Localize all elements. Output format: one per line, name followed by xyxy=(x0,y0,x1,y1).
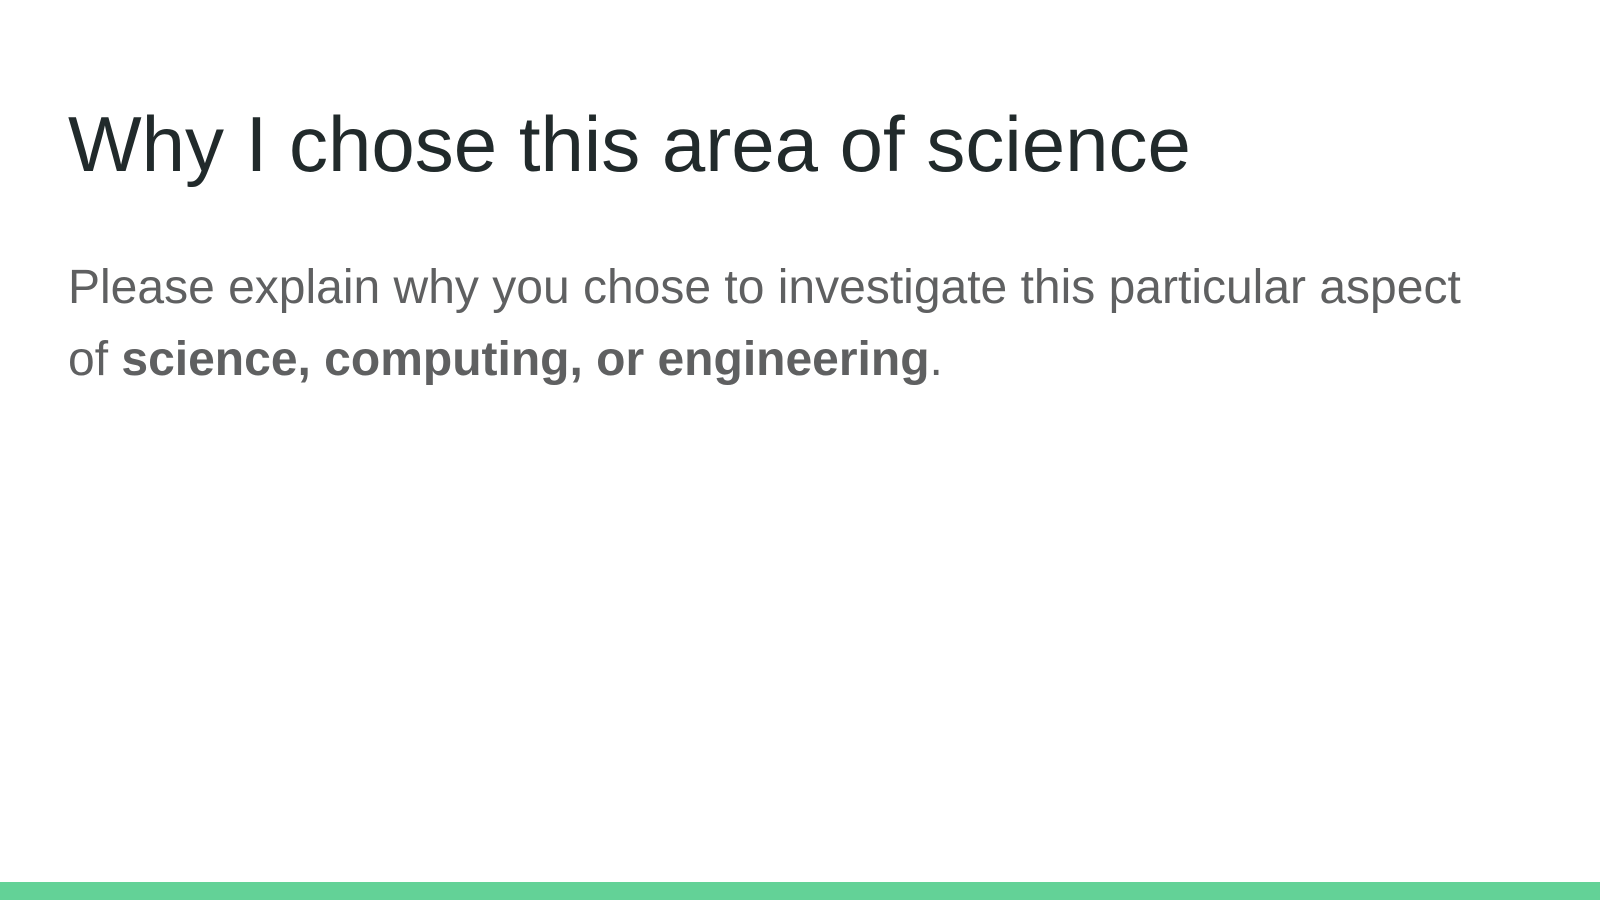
body-suffix: . xyxy=(929,333,943,386)
accent-bar xyxy=(0,882,1600,900)
body-emphasis: science, computing, or engineering xyxy=(121,333,930,386)
slide: Why I chose this area of science Please … xyxy=(0,0,1600,900)
slide-body: Please explain why you chose to investig… xyxy=(68,252,1468,396)
slide-title: Why I chose this area of science xyxy=(68,100,1191,188)
